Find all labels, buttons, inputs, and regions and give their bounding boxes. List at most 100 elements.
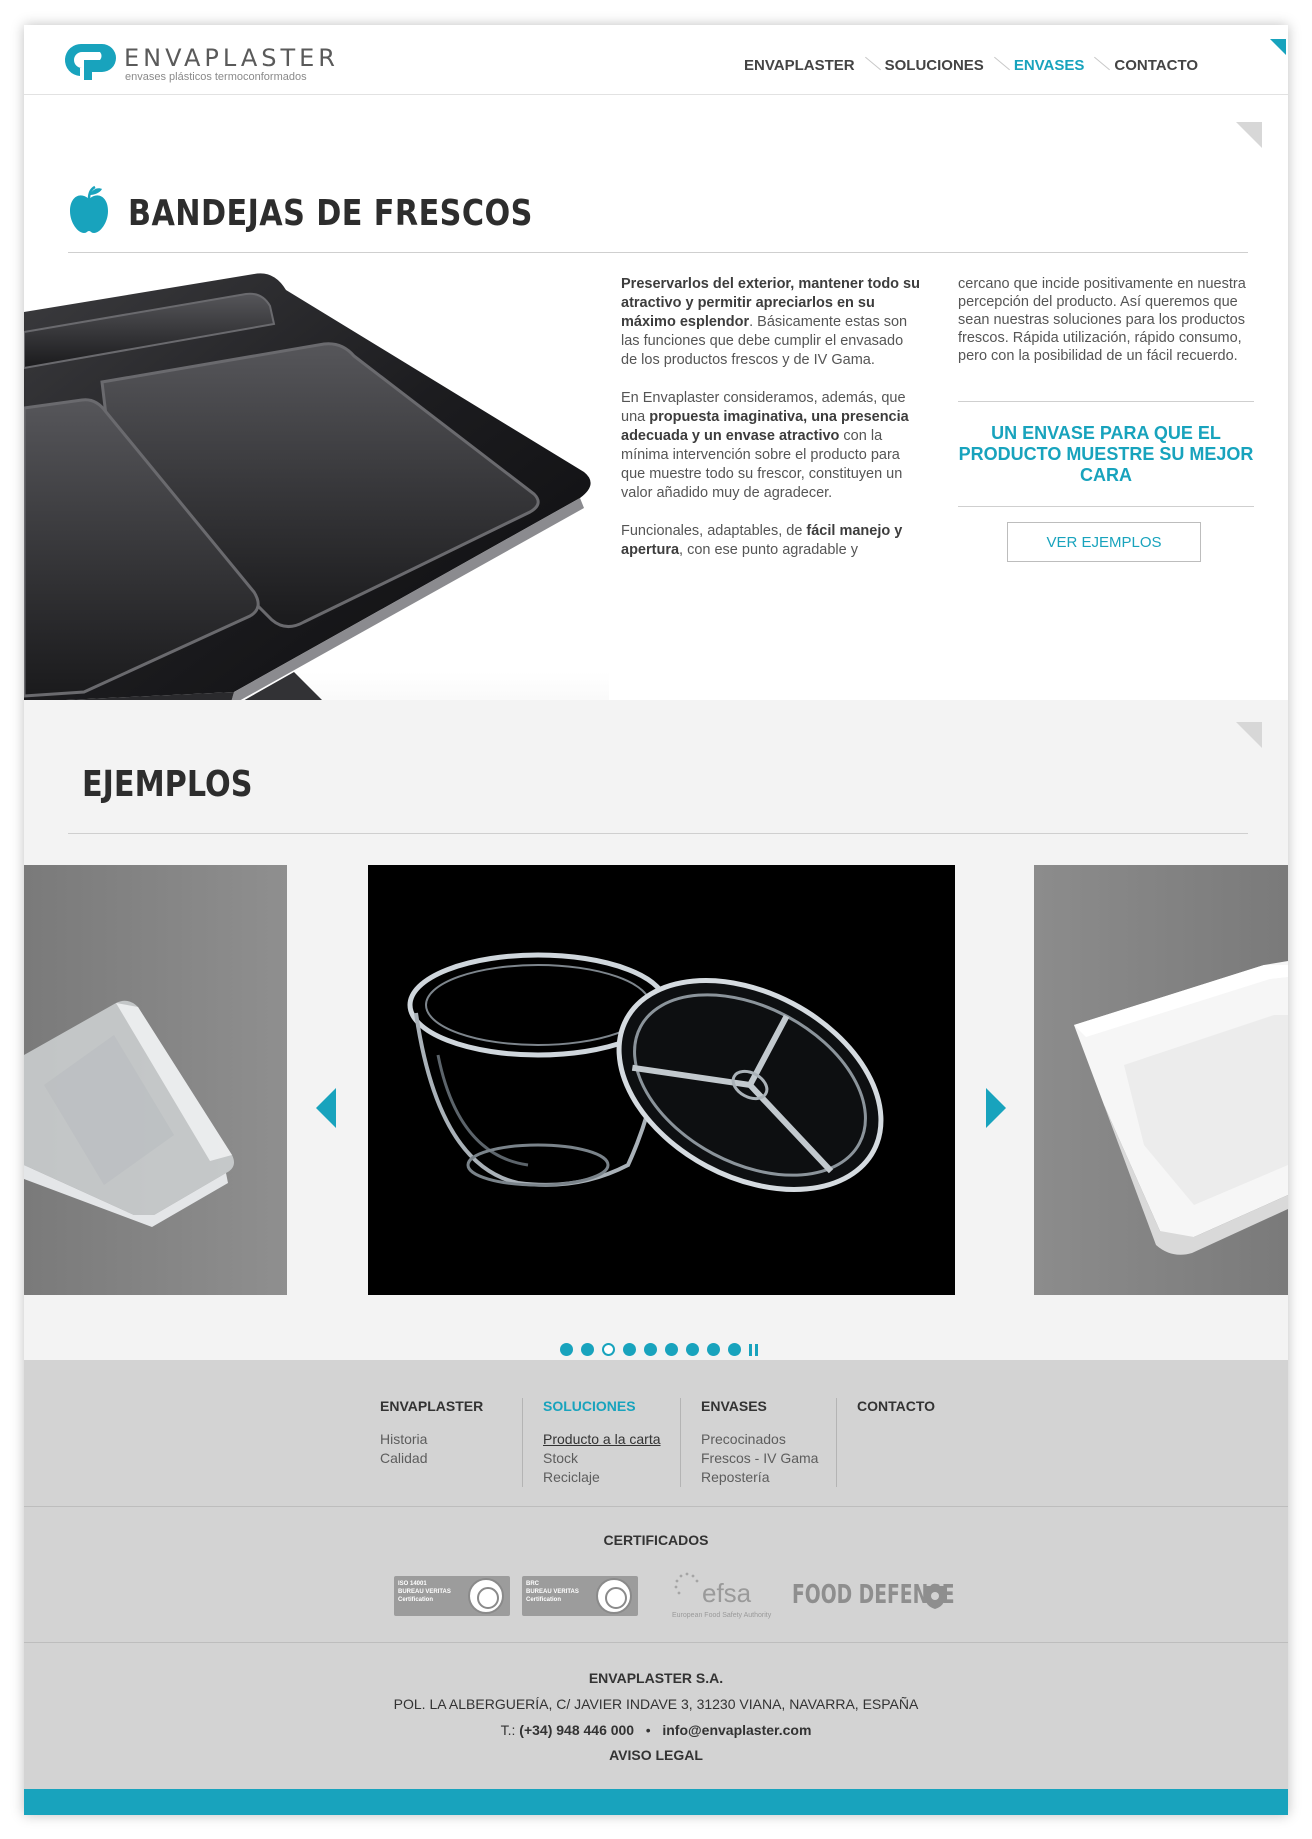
divider <box>24 1642 1288 1643</box>
company-info: ENVAPLASTER S.A. POL. LA ALBERGUERÍA, C/… <box>24 1670 1288 1763</box>
logo-tagline: envases plásticos termoconformados <box>125 71 307 83</box>
efsa-stars-icon <box>674 1572 699 1595</box>
email-link[interactable]: info@envaplaster.com <box>662 1722 811 1738</box>
carousel-dot[interactable] <box>686 1343 699 1356</box>
bv-badge-text: ISO 14001 BUREAU VERITAS Certification <box>398 1580 451 1604</box>
certificates-title: CERTIFICADOS <box>603 1532 709 1548</box>
divider <box>24 1506 1288 1507</box>
nav-separator <box>855 58 885 74</box>
apple-icon <box>70 185 108 233</box>
intro-text-column: Preservarlos del exterior, mantener todo… <box>621 275 921 579</box>
intro-text-3c: , con ese punto agradable y <box>679 542 858 558</box>
bv-line: BUREAU VERITAS <box>526 1589 579 1595</box>
carousel-pagination <box>560 1343 759 1356</box>
carousel-dot[interactable] <box>644 1343 657 1356</box>
bureau-veritas-iso-badge: ISO 14001 BUREAU VERITAS Certification <box>394 1576 510 1616</box>
carousel-dot[interactable] <box>665 1343 678 1356</box>
footer-link-precocinados[interactable]: Precocinados <box>701 1430 816 1449</box>
nav-item-soluciones[interactable]: SOLUCIONES <box>885 57 984 74</box>
pause-icon[interactable] <box>749 1343 759 1356</box>
page: ENVAPLASTER envases plásticos termoconfo… <box>24 25 1288 1815</box>
site-header: ENVAPLASTER envases plásticos termoconfo… <box>24 25 1288 95</box>
footer-column-soluciones: SOLUCIONES Producto a la carta Stock Rec… <box>522 1398 680 1487</box>
ver-ejemplos-button[interactable]: VER EJEMPLOS <box>1007 522 1201 562</box>
efsa-subtitle: European Food Safety Authority <box>672 1612 772 1619</box>
bv-line: BUREAU VERITAS <box>398 1589 451 1595</box>
intro-text-3a: Funcionales, adaptables, de <box>621 523 807 539</box>
divider <box>958 506 1254 507</box>
efsa-logo: efsa European Food Safety Authority <box>672 1570 782 1622</box>
nav-item-contacto[interactable]: CONTACTO <box>1114 57 1198 74</box>
site-footer: ENVAPLASTER Historia Calidad SOLUCIONES … <box>24 1360 1288 1815</box>
bottom-accent-bar <box>24 1789 1288 1815</box>
footer-column-envases: ENVASES Precocinados Frescos - IV Gama R… <box>680 1398 836 1487</box>
carousel-next-arrow-icon[interactable] <box>982 1088 1008 1128</box>
examples-title: EJEMPLOS <box>82 764 253 805</box>
company-contact: T.: (+34) 948 446 000 • info@envaplaster… <box>24 1722 1288 1738</box>
efsa-name: efsa <box>702 1578 752 1608</box>
carousel-slide-next[interactable] <box>1034 865 1288 1295</box>
bureau-veritas-seal-icon <box>596 1578 632 1614</box>
main-nav: ENVAPLASTER SOLUCIONES ENVASES CONTACTO <box>744 57 1198 74</box>
footer-link-stock[interactable]: Stock <box>543 1449 660 1468</box>
nav-item-envaplaster[interactable]: ENVAPLASTER <box>744 57 855 74</box>
footer-heading-envases[interactable]: ENVASES <box>701 1398 816 1414</box>
bv-line: BRC <box>526 1581 539 1587</box>
shield-icon <box>925 1586 945 1609</box>
company-name: ENVAPLASTER S.A. <box>588 1670 724 1686</box>
footer-link-producto-a-la-carta[interactable]: Producto a la carta <box>543 1430 661 1449</box>
company-address: POL. LA ALBERGUERÍA, C/ JAVIER INDAVE 3,… <box>393 1696 919 1712</box>
contact-separator: • <box>645 1722 651 1738</box>
black-tray-image <box>24 272 609 772</box>
carousel-prev-arrow-icon[interactable] <box>314 1088 340 1128</box>
footer-link-frescos-iv-gama[interactable]: Frescos - IV Gama <box>701 1449 818 1468</box>
footer-nav: ENVAPLASTER Historia Calidad SOLUCIONES … <box>380 1398 946 1487</box>
bv-line: Certification <box>398 1597 434 1603</box>
legal-notice-link[interactable]: AVISO LEGAL <box>24 1747 1288 1763</box>
intro-paragraph-3: Funcionales, adaptables, de fácil manejo… <box>621 522 921 560</box>
nav-separator <box>1084 58 1114 74</box>
phone-prefix: T.: <box>500 1722 520 1738</box>
footer-link-reciclaje[interactable]: Reciclaje <box>543 1468 660 1487</box>
footer-heading-soluciones[interactable]: SOLUCIONES <box>543 1398 660 1414</box>
sandwich-pack-image <box>24 1000 234 1227</box>
footer-column-envaplaster: ENVAPLASTER Historia Calidad <box>380 1398 522 1487</box>
section-header: BANDEJAS DE FRESCOS <box>68 155 1248 253</box>
corner-fold-icon <box>1236 122 1262 148</box>
footer-link-historia[interactable]: Historia <box>380 1430 502 1449</box>
footer-heading-envaplaster[interactable]: ENVAPLASTER <box>380 1398 502 1414</box>
intro-paragraph-2: En Envaplaster consideramos, además, que… <box>621 389 921 503</box>
bureau-veritas-seal-icon <box>468 1578 504 1614</box>
footer-link-calidad[interactable]: Calidad <box>380 1449 502 1468</box>
logo[interactable]: ENVAPLASTER envases plásticos termoconfo… <box>62 40 342 90</box>
carousel-dot[interactable] <box>728 1343 741 1356</box>
carousel-slide-prev[interactable] <box>24 865 287 1295</box>
bureau-veritas-brc-badge: BRC BUREAU VERITAS Certification <box>522 1576 638 1616</box>
white-tray-image <box>1074 961 1288 1255</box>
corner-fold-icon <box>1270 39 1286 55</box>
page-title: BANDEJAS DE FRESCOS <box>128 193 533 234</box>
carousel-dot[interactable] <box>602 1343 615 1356</box>
carousel-dot[interactable] <box>560 1343 573 1356</box>
carousel-dot[interactable] <box>581 1343 594 1356</box>
carousel-dot[interactable] <box>623 1343 636 1356</box>
certificates-row: ISO 14001 BUREAU VERITAS Certification B… <box>394 1570 955 1622</box>
bv-badge-text: BRC BUREAU VERITAS Certification <box>526 1580 579 1604</box>
footer-heading-contacto[interactable]: CONTACTO <box>857 1398 935 1414</box>
bv-line: ISO 14001 <box>398 1581 427 1587</box>
nav-item-envases[interactable]: ENVASES <box>1014 57 1085 74</box>
bv-line: Certification <box>526 1597 562 1603</box>
intro-text-continued: cercano que incide positivamente en nues… <box>958 276 1246 364</box>
logo-mark-icon <box>64 43 116 80</box>
footer-column-contacto: CONTACTO <box>836 1398 946 1487</box>
footer-link-reposteria[interactable]: Repostería <box>701 1468 816 1487</box>
logo-name: ENVAPLASTER <box>124 44 339 72</box>
phone-number[interactable]: (+34) 948 446 000 <box>519 1722 634 1738</box>
intro-paragraph-1: Preservarlos del exterior, mantener todo… <box>621 275 921 370</box>
carousel-dot[interactable] <box>707 1343 720 1356</box>
nav-separator <box>984 58 1014 74</box>
examples-section: EJEMPLOS <box>24 700 1288 1360</box>
divider <box>958 401 1254 402</box>
clear-bowl-image <box>368 865 955 1295</box>
carousel-slide-current[interactable] <box>368 865 955 1295</box>
